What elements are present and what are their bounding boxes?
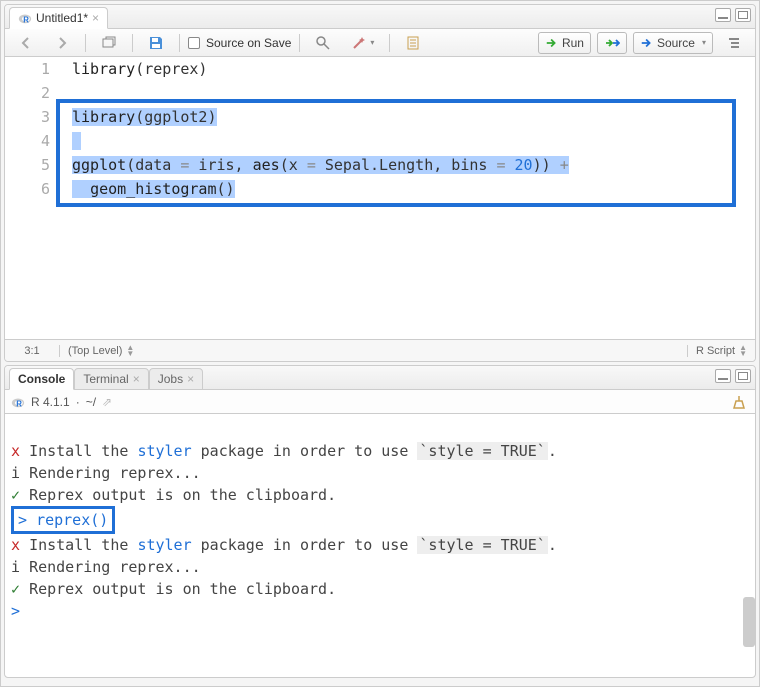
rerun-button[interactable] bbox=[597, 32, 627, 54]
source-button[interactable]: Source ▾ bbox=[633, 32, 713, 54]
source-button-label: Source bbox=[657, 36, 695, 50]
forward-button[interactable] bbox=[47, 32, 77, 54]
source-pane: R Untitled1* × Source on Save bbox=[4, 4, 756, 362]
wand-button[interactable]: ▾ bbox=[344, 32, 381, 54]
maximize-pane-button[interactable] bbox=[735, 8, 751, 22]
updown-icon: ▲▼ bbox=[126, 345, 134, 357]
close-icon[interactable]: × bbox=[187, 372, 194, 386]
jobs-tab[interactable]: Jobs × bbox=[149, 368, 203, 390]
go-to-dir-icon[interactable]: ⇗ bbox=[102, 395, 112, 409]
source-toolbar: Source on Save ▾ Run Source ▾ bbox=[5, 29, 755, 57]
code-content[interactable]: library(reprex) library(ggplot2) ggplot(… bbox=[60, 57, 755, 339]
boxed-command: > reprex() bbox=[11, 506, 115, 534]
r-version-label: R 4.1.1 bbox=[31, 395, 70, 409]
source-tab-title: Untitled1* bbox=[36, 11, 88, 25]
pane-controls bbox=[715, 8, 751, 22]
scope-selector[interactable]: (Top Level) ▲▼ bbox=[60, 345, 687, 357]
minimize-pane-button[interactable] bbox=[715, 369, 731, 383]
source-on-save-checkbox[interactable] bbox=[188, 37, 200, 49]
console-header: R R 4.1.1 · ~/ ⇗ bbox=[5, 390, 755, 414]
close-icon[interactable]: × bbox=[133, 372, 140, 386]
maximize-pane-button[interactable] bbox=[735, 369, 751, 383]
svg-text:R: R bbox=[16, 399, 22, 408]
updown-icon: ▲▼ bbox=[739, 345, 747, 357]
scrollbar-thumb[interactable] bbox=[743, 597, 755, 647]
console-pane: Console Terminal × Jobs × R R 4.1.1 · ~/… bbox=[4, 365, 756, 678]
pane-controls bbox=[715, 369, 751, 383]
find-button[interactable] bbox=[308, 32, 338, 54]
outline-button[interactable] bbox=[719, 32, 749, 54]
console-output[interactable]: x Install the styler package in order to… bbox=[5, 414, 755, 677]
close-icon[interactable]: × bbox=[92, 11, 99, 25]
language-selector[interactable]: R Script ▲▼ bbox=[687, 345, 755, 357]
r-file-icon: R bbox=[18, 11, 32, 25]
run-label: Run bbox=[562, 36, 584, 50]
terminal-tab[interactable]: Terminal × bbox=[74, 368, 148, 390]
back-button[interactable] bbox=[11, 32, 41, 54]
cwd-label: ~/ bbox=[86, 395, 96, 409]
source-statusbar: 3:1 (Top Level) ▲▼ R Script ▲▼ bbox=[5, 339, 755, 361]
source-on-save-label: Source on Save bbox=[206, 36, 291, 50]
r-logo-icon: R bbox=[11, 395, 25, 409]
minimize-pane-button[interactable] bbox=[715, 8, 731, 22]
line-gutter: 1 2 3 4 5 6 bbox=[5, 57, 60, 339]
cursor-position: 3:1 bbox=[5, 345, 60, 357]
notebook-button[interactable] bbox=[398, 32, 428, 54]
save-button[interactable] bbox=[141, 32, 171, 54]
svg-text:R: R bbox=[23, 15, 29, 24]
console-tab-bar: Console Terminal × Jobs × bbox=[5, 366, 755, 390]
open-popout-button[interactable] bbox=[94, 32, 124, 54]
source-tab[interactable]: R Untitled1* × bbox=[9, 7, 108, 29]
code-editor[interactable]: 1 2 3 4 5 6 library(reprex) library(ggpl… bbox=[5, 57, 755, 339]
source-tab-bar: R Untitled1* × bbox=[5, 5, 755, 29]
console-tab[interactable]: Console bbox=[9, 368, 74, 390]
run-button[interactable]: Run bbox=[538, 32, 591, 54]
clear-console-icon[interactable] bbox=[731, 394, 747, 413]
